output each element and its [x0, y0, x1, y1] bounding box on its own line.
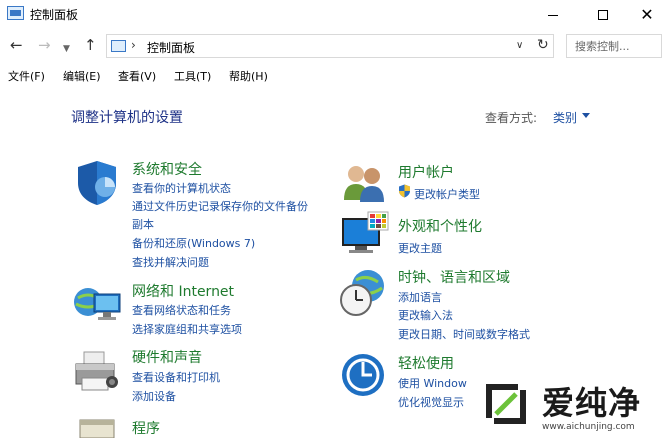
minimize-button[interactable]: [530, 0, 576, 30]
minimize-icon: [548, 14, 558, 16]
category-ease-access-title[interactable]: 轻松使用: [398, 353, 454, 373]
uac-shield-icon: [399, 184, 410, 198]
control-panel-icon: [111, 40, 126, 52]
link-backup-restore[interactable]: 备份和还原(Windows 7): [132, 235, 255, 251]
link-devices-printers[interactable]: 查看设备和打印机: [132, 369, 220, 385]
appearance-monitor-icon[interactable]: [340, 210, 390, 256]
page-title: 调整计算机的设置: [71, 110, 183, 126]
menu-view[interactable]: 查看(V): [118, 68, 156, 84]
link-change-theme[interactable]: 更改主题: [398, 240, 442, 256]
category-appearance-title[interactable]: 外观和个性化: [398, 216, 482, 236]
link-change-account-type[interactable]: 更改帐户类型: [414, 186, 480, 202]
view-by-label: 查看方式:: [485, 111, 538, 125]
back-arrow-icon[interactable]: ←: [10, 37, 23, 53]
link-add-device[interactable]: 添加设备: [132, 388, 176, 404]
watermark-url: www.aichunjing.com: [542, 422, 635, 432]
search-box[interactable]: [566, 34, 663, 58]
ease-of-access-icon[interactable]: [340, 352, 386, 398]
category-hardware-title[interactable]: 硬件和声音: [132, 347, 202, 367]
breadcrumb-separator: ›: [131, 38, 136, 52]
dropdown-arrow-icon[interactable]: [582, 113, 590, 118]
link-use-windows[interactable]: 使用 Window: [398, 375, 467, 391]
category-programs-title[interactable]: 程序: [132, 418, 160, 438]
menu-bar: 文件(F) 编辑(E) 查看(V) 工具(T) 帮助(H): [0, 64, 668, 86]
watermark: 爱纯净 www.aichunjing.com: [474, 374, 668, 438]
search-input[interactable]: [567, 35, 663, 58]
close-icon: ✕: [640, 5, 654, 24]
recent-locations-chevron-icon[interactable]: ▼: [63, 41, 70, 57]
link-change-input-method[interactable]: 更改输入法: [398, 307, 453, 323]
category-network-title[interactable]: 网络和 Internet: [132, 281, 234, 301]
window-title: 控制面板: [30, 8, 79, 22]
link-file-history-backup-cont[interactable]: 副本: [132, 216, 154, 232]
up-arrow-icon[interactable]: ↑: [84, 37, 97, 53]
link-optimize-visual-display[interactable]: 优化视觉显示: [398, 394, 464, 410]
forward-arrow-icon[interactable]: →: [38, 37, 51, 53]
network-globe-icon[interactable]: [72, 282, 124, 328]
link-view-computer-status[interactable]: 查看你的计算机状态: [132, 180, 231, 196]
link-network-status[interactable]: 查看网络状态和任务: [132, 302, 231, 318]
category-system-security-title[interactable]: 系统和安全: [132, 159, 202, 179]
title-bar: 控制面板 ✕: [0, 0, 668, 30]
link-homegroup-sharing[interactable]: 选择家庭组和共享选项: [132, 321, 242, 337]
chevron-down-icon[interactable]: ∨: [516, 40, 523, 51]
control-panel-icon: [7, 6, 24, 20]
link-file-history-backup[interactable]: 通过文件历史记录保存你的文件备份: [132, 198, 308, 214]
programs-icon[interactable]: [76, 416, 120, 438]
refresh-icon[interactable]: ↻: [537, 37, 549, 53]
menu-file[interactable]: 文件(F): [8, 68, 45, 84]
close-button[interactable]: ✕: [624, 0, 668, 30]
menu-tools[interactable]: 工具(T): [174, 68, 211, 84]
maximize-icon: [598, 10, 608, 20]
users-icon[interactable]: [340, 160, 388, 204]
menu-help[interactable]: 帮助(H): [229, 68, 268, 84]
link-change-date-time-format[interactable]: 更改日期、时间或数字格式: [398, 326, 530, 342]
watermark-text: 爱纯净: [542, 384, 642, 422]
shield-icon[interactable]: [72, 157, 122, 207]
address-bar[interactable]: › 控制面板 ∨ ↻: [106, 34, 554, 58]
category-clock-region-title[interactable]: 时钟、语言和区域: [398, 267, 510, 287]
navigation-bar: ← → ▼ ↑ › 控制面板 ∨ ↻: [0, 30, 668, 62]
breadcrumb[interactable]: 控制面板: [147, 39, 195, 56]
maximize-button[interactable]: [580, 0, 626, 30]
link-troubleshoot[interactable]: 查找并解决问题: [132, 254, 209, 270]
menu-edit[interactable]: 编辑(E): [63, 68, 101, 84]
category-user-accounts-title[interactable]: 用户帐户: [398, 162, 454, 182]
printer-icon[interactable]: [72, 348, 122, 396]
watermark-logo-icon: [486, 384, 526, 424]
view-by-dropdown[interactable]: 类别: [553, 109, 577, 126]
clock-globe-icon[interactable]: [338, 268, 388, 318]
link-add-language[interactable]: 添加语言: [398, 289, 442, 305]
